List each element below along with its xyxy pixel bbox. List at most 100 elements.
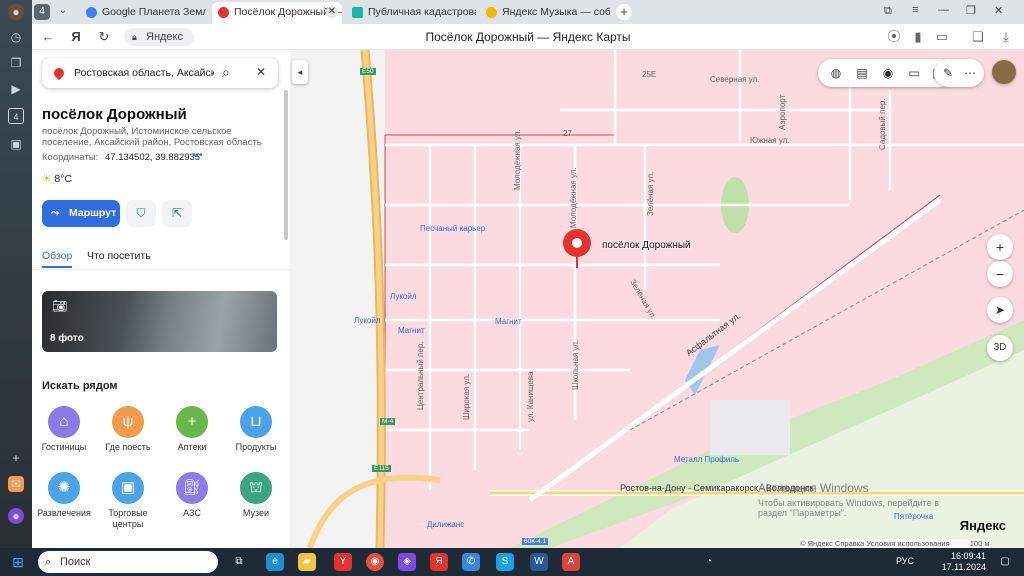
search-icon[interactable]: ⌕ <box>222 64 230 81</box>
mail-icon[interactable]: ✉ <box>8 476 24 492</box>
transport-icon[interactable]: ▭ <box>906 65 922 81</box>
photo-gallery[interactable]: 📷︎ 8 фото <box>42 291 277 352</box>
language-indicator[interactable]: РУС <box>896 556 914 566</box>
video-icon[interactable]: ▶ <box>8 81 24 97</box>
tabs-badge-icon[interactable]: 4 <box>8 108 24 124</box>
reload-icon[interactable]: ↻ <box>96 29 112 45</box>
close-window-icon[interactable]: ✕ <box>994 4 1003 17</box>
geolocation-button[interactable]: ➤ <box>987 297 1013 323</box>
map-book-icon[interactable]: ▤ <box>854 65 870 81</box>
zoom-in-button[interactable]: + <box>987 234 1013 260</box>
layers-icon[interactable]: ◍ <box>828 65 844 81</box>
back-icon[interactable]: ← <box>40 29 56 45</box>
category-pharmacy[interactable]: + Аптеки <box>161 406 223 453</box>
chevron-down-icon[interactable]: ⌄ <box>56 4 70 18</box>
route-button[interactable]: ⤳ Маршрут <box>42 200 120 227</box>
category-label: Гостиницы <box>41 442 87 452</box>
explorer-icon[interactable]: ▰ <box>298 553 316 571</box>
panorama-icon[interactable]: ◉ <box>880 65 896 81</box>
tab-overview[interactable]: Обзор <box>42 250 73 268</box>
yandex-logo-icon[interactable]: Я <box>68 29 84 45</box>
clock[interactable]: 16:09:41 17.11.2024 <box>942 551 986 573</box>
street-label: Южная ул. <box>750 136 790 145</box>
save-bookmark-button[interactable]: ⛉ <box>126 200 156 227</box>
more-icon[interactable]: ⋯ <box>962 65 978 81</box>
close-tab-icon[interactable]: ✕ <box>326 6 338 18</box>
tab-what-to-visit[interactable]: Что посетить <box>87 250 151 262</box>
divider <box>32 269 290 270</box>
profile-icon[interactable]: ● <box>8 4 24 20</box>
alice-icon[interactable]: ● <box>8 508 24 524</box>
yandex-browser-icon[interactable]: Y <box>334 553 352 571</box>
maximize-icon[interactable]: ❐ <box>966 4 976 17</box>
category-groceries[interactable]: ⊔ Продукты <box>225 406 287 453</box>
add-icon[interactable]: + <box>8 450 24 466</box>
minimize-icon[interactable]: — <box>938 4 949 16</box>
word-icon[interactable]: W <box>530 553 548 571</box>
category-food[interactable]: ψ Где поесть <box>97 406 159 453</box>
street-label: Молодёжная ул. <box>569 167 578 228</box>
read-mode-icon[interactable]: ▭ <box>934 29 950 45</box>
pin-icon <box>51 65 67 81</box>
more-icon[interactable]: ••• <box>192 150 203 161</box>
clock-date: 17.11.2024 <box>941 562 986 572</box>
downloads-icon[interactable]: ⤓ <box>998 29 1014 45</box>
yandex-icon[interactable]: Я <box>430 553 448 571</box>
search-input[interactable]: Ростовская область, Аксайский ⌕ ✕ <box>42 58 278 88</box>
windows-start-icon[interactable]: ⊞ <box>9 553 27 571</box>
zoom-out-button[interactable]: − <box>987 261 1013 287</box>
screen-icon[interactable]: ▣ <box>8 136 24 152</box>
footer-links[interactable]: © Яндекс Справка Условия использования <box>800 539 950 548</box>
tab-count-badge[interactable]: 4 <box>34 4 50 20</box>
chrome-icon[interactable]: ◉ <box>366 553 384 571</box>
street-label: Зелёная ул. <box>646 171 655 216</box>
scrollbar[interactable] <box>284 90 288 240</box>
category-museums[interactable]: ⛫ Музеи <box>225 472 287 519</box>
category-label: Музеи <box>242 508 270 518</box>
poi-label: Дилижанс <box>427 520 465 529</box>
taskbar-search[interactable]: ⌕ Поиск <box>38 551 218 573</box>
tab-cadastral[interactable]: Публичная кадастровая <box>346 2 476 24</box>
fork-icon: ψ <box>112 406 144 438</box>
map-canvas[interactable]: ◂ ◍ ▤ ◉ ▭ ◫ ✎ ⋯ + − ➤ 3D посёлок Дорожны… <box>290 50 1024 548</box>
category-entertainment[interactable]: ✺ Развлечения <box>33 472 95 519</box>
notifications-icon[interactable]: ▢ <box>996 553 1014 571</box>
skype-icon[interactable]: S <box>496 553 514 571</box>
acrobat-icon[interactable]: A <box>562 553 580 571</box>
new-tab-button[interactable]: + <box>616 4 632 20</box>
tab-label: Публичная кадастровая <box>368 6 476 18</box>
tab-yandex-maps[interactable]: Посёлок Дорожный — ✕ <box>212 2 342 24</box>
category-gas[interactable]: ⛽︎ АЗС <box>161 472 223 519</box>
collections-icon[interactable]: ❐ <box>8 55 24 71</box>
collapse-panel-button[interactable]: ◂ <box>292 60 308 84</box>
avatar[interactable] <box>992 60 1016 84</box>
task-view-icon[interactable]: ⧉ <box>230 553 248 571</box>
location-icon[interactable]: ⦿ <box>886 29 902 45</box>
network-icon[interactable]: ◔ <box>700 553 718 571</box>
menu-icon[interactable]: ≡ <box>912 4 918 16</box>
tab-yandex-music[interactable]: Яндекс Музыка — собир <box>480 2 610 24</box>
app-icon[interactable]: ◈ <box>398 553 416 571</box>
chat-icon[interactable]: ✆ <box>462 553 480 571</box>
bookmark-icon[interactable]: ▮ <box>910 29 926 45</box>
coords-value[interactable]: 47.134502, 39.882935 <box>105 152 200 163</box>
house-number: 27 <box>563 129 572 138</box>
address-field[interactable]: 🔒︎ Яндекс <box>124 28 194 46</box>
ruler-icon[interactable]: ✎ <box>940 65 956 81</box>
tab-label: Google Планета Земля <box>102 6 206 18</box>
clock-time: 16:09:41 <box>950 551 986 561</box>
history-icon[interactable]: ◷ <box>8 29 24 45</box>
yandex-logo: Яндекс <box>959 518 1006 533</box>
category-hotels[interactable]: ⌂ Гостиницы <box>33 406 95 453</box>
extensions-icon[interactable]: ❏ <box>970 29 986 45</box>
tab-google-earth[interactable]: Google Планета Земля <box>80 2 206 24</box>
edge-icon[interactable]: e <box>266 553 284 571</box>
coords-label: Координаты: <box>42 152 99 163</box>
share-button[interactable]: ⇱ <box>162 200 192 227</box>
street-label: Молодёжная ул. <box>513 129 522 190</box>
close-icon[interactable]: ✕ <box>256 65 266 79</box>
category-malls[interactable]: ▣ Торговые центры <box>97 472 159 530</box>
bookmark-icon: ⛉ <box>136 206 146 220</box>
3d-button[interactable]: 3D <box>987 335 1013 361</box>
bookmarks-icon[interactable]: ⧉ <box>884 5 892 18</box>
